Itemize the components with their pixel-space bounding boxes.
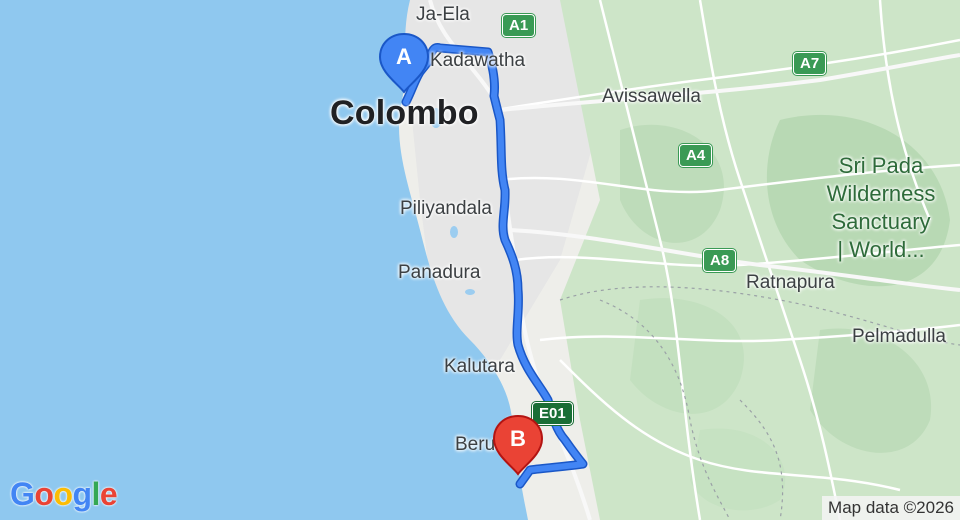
road-shield-a4: A4	[679, 144, 713, 167]
google-logo-letter: G	[10, 476, 35, 512]
place-label-kalutara: Kalutara	[444, 356, 515, 377]
route-map[interactable]: Ja-Ela Kadawatha Colombo Avissawella Pil…	[0, 0, 960, 520]
place-label-colombo: Colombo	[330, 94, 479, 132]
road-shield-a7: A7	[793, 52, 827, 75]
park-label-line1: Sri Pada	[838, 153, 924, 178]
google-logo-letter: e	[99, 476, 118, 512]
place-label-pelmadulla: Pelmadulla	[852, 326, 946, 347]
park-label: Sri Pada Wilderness Sanctuary | World...	[806, 152, 956, 264]
route-start-label: A	[396, 44, 412, 69]
google-logo-letter: g	[72, 476, 92, 512]
google-logo-letter: o	[34, 476, 54, 512]
road-shield-a8: A8	[703, 249, 737, 272]
place-label-kadawatha: Kadawatha	[430, 50, 526, 71]
place-label-ja-ela: Ja-Ela	[416, 4, 470, 25]
road-shield-a1: A1	[502, 14, 536, 37]
google-logo-letter: l	[91, 476, 101, 512]
park-label-line3: Sanctuary	[831, 209, 931, 234]
google-logo-letter: o	[53, 476, 73, 512]
park-label-line2: Wilderness	[826, 181, 936, 206]
place-label-piliyandala: Piliyandala	[400, 198, 492, 219]
map-attribution[interactable]: Map data ©2026	[822, 496, 960, 520]
route-end-marker[interactable]: B	[492, 414, 544, 476]
place-label-panadura: Panadura	[398, 262, 481, 283]
route-end-label: B	[510, 426, 526, 451]
route-start-marker[interactable]: A	[378, 32, 430, 94]
place-label-ratnapura: Ratnapura	[746, 272, 835, 293]
google-logo: Google	[10, 476, 118, 513]
place-label-avissawella: Avissawella	[602, 86, 701, 107]
park-label-line4: | World...	[837, 237, 925, 262]
